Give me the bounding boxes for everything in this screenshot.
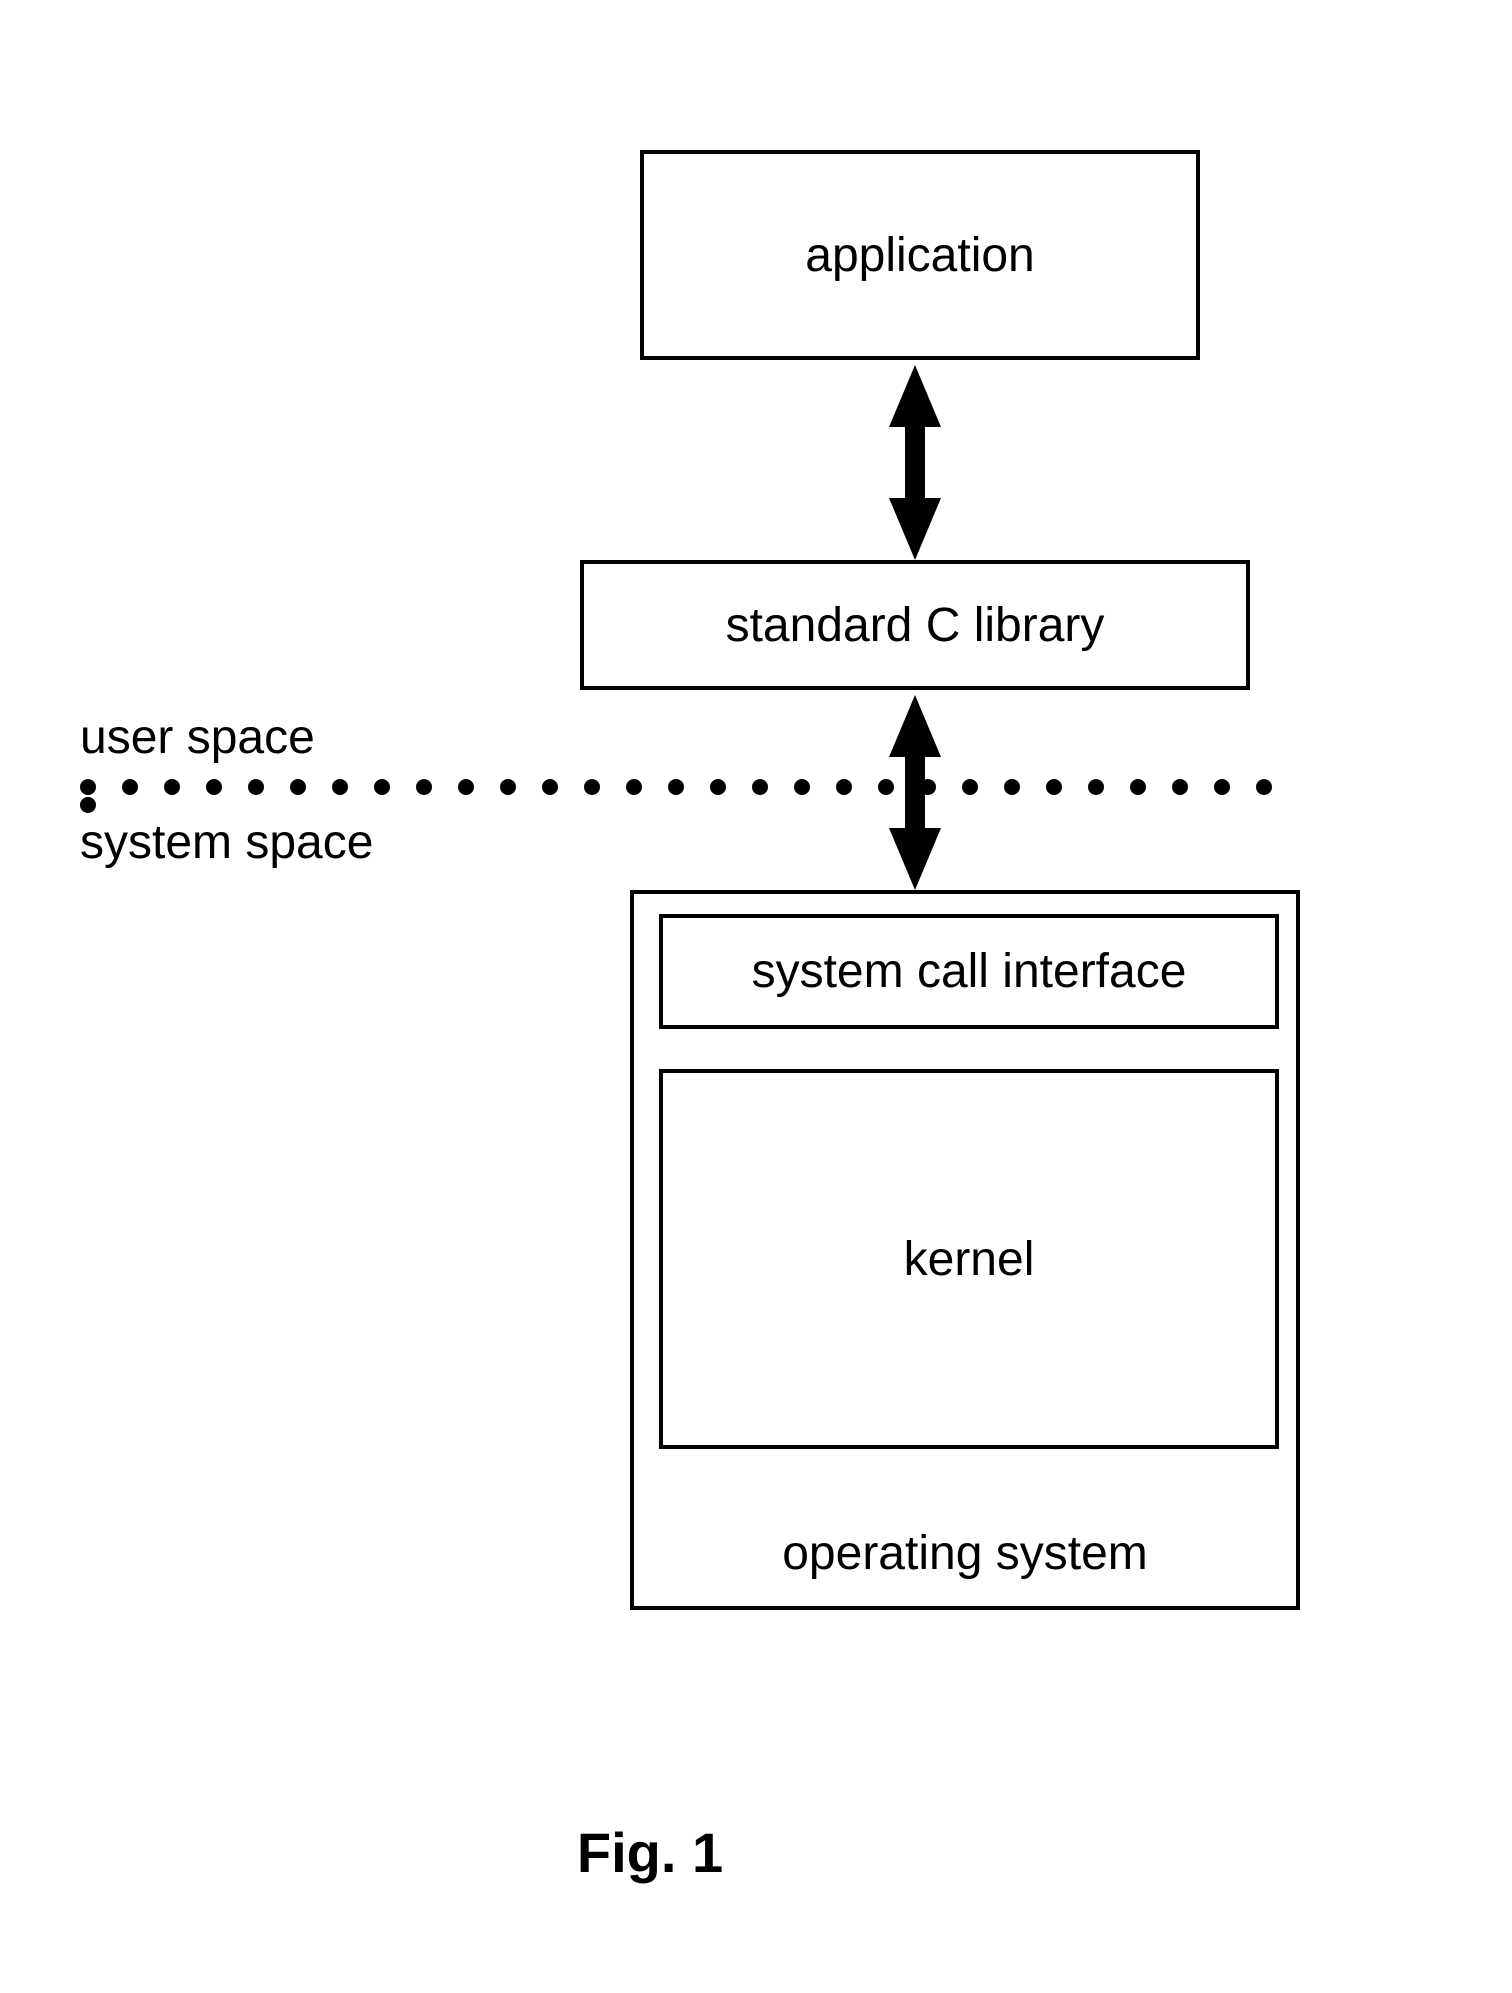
- arrow-app-library: [885, 365, 945, 560]
- syscall-label: system call interface: [752, 944, 1187, 999]
- system-space-label: system space: [80, 815, 373, 870]
- library-box: standard C library: [580, 560, 1250, 690]
- arrow-library-os: [885, 695, 945, 890]
- double-arrow-icon: [889, 365, 941, 560]
- syscall-box: system call interface: [659, 914, 1279, 1029]
- kernel-box: kernel: [659, 1069, 1279, 1449]
- user-space-label: user space: [80, 710, 315, 765]
- os-container: system call interface kernel operating s…: [630, 890, 1300, 1610]
- boundary-dotted-line: [80, 778, 1330, 798]
- figure-label: Fig. 1: [100, 1820, 1200, 1885]
- diagram-container: application standard C library user spac…: [100, 150, 1400, 1850]
- library-label: standard C library: [726, 598, 1105, 653]
- double-arrow-icon: [889, 695, 941, 890]
- kernel-label: kernel: [904, 1232, 1035, 1287]
- application-label: application: [805, 228, 1035, 283]
- application-box: application: [640, 150, 1200, 360]
- os-label: operating system: [634, 1526, 1296, 1581]
